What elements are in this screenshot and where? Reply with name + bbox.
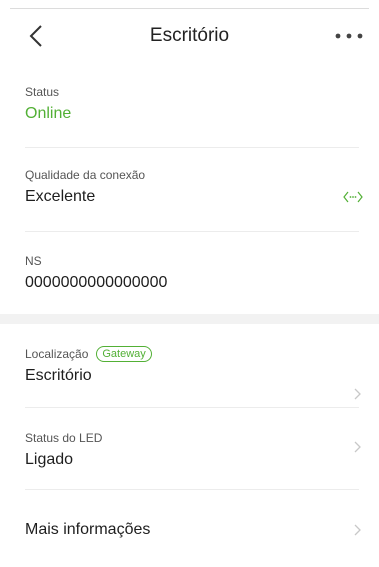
more-button[interactable] bbox=[333, 27, 365, 45]
location-label-text: Localização bbox=[25, 347, 89, 361]
location-row[interactable]: Localização Gateway Escritório bbox=[0, 346, 379, 387]
location-label: Localização Gateway bbox=[25, 346, 359, 362]
chevron-right-icon bbox=[354, 388, 361, 400]
gateway-badge: Gateway bbox=[96, 346, 152, 362]
chevron-right-icon bbox=[354, 441, 361, 453]
ns-row: NS 0000000000000000 bbox=[0, 253, 379, 294]
led-value: Ligado bbox=[25, 451, 74, 468]
connection-value: Excelente bbox=[25, 188, 96, 205]
ns-label: NS bbox=[25, 254, 42, 268]
divider bbox=[25, 489, 359, 490]
location-value: Escritório bbox=[25, 367, 92, 384]
divider bbox=[25, 147, 359, 148]
led-label: Status do LED bbox=[25, 431, 103, 445]
status-label: Status bbox=[25, 85, 60, 99]
status-row: Status Online bbox=[0, 84, 379, 125]
signal-code-icon bbox=[343, 191, 363, 203]
divider bbox=[25, 231, 359, 232]
divider bbox=[25, 407, 359, 408]
more-info-value: Mais informações bbox=[25, 521, 151, 538]
page-title: Escritório bbox=[149, 25, 230, 46]
led-row[interactable]: Status do LED Ligado bbox=[0, 430, 379, 471]
connection-label: Qualidade da conexão bbox=[25, 168, 146, 182]
more-info-row[interactable]: Mais informações bbox=[0, 519, 379, 541]
header: Escritório bbox=[0, 9, 379, 63]
section-separator bbox=[0, 314, 379, 324]
status-value: Online bbox=[25, 105, 72, 122]
connection-row: Qualidade da conexão Excelente bbox=[0, 167, 379, 208]
chevron-right-icon bbox=[354, 524, 361, 536]
ns-value: 0000000000000000 bbox=[25, 274, 168, 291]
more-dots-icon bbox=[335, 33, 363, 39]
